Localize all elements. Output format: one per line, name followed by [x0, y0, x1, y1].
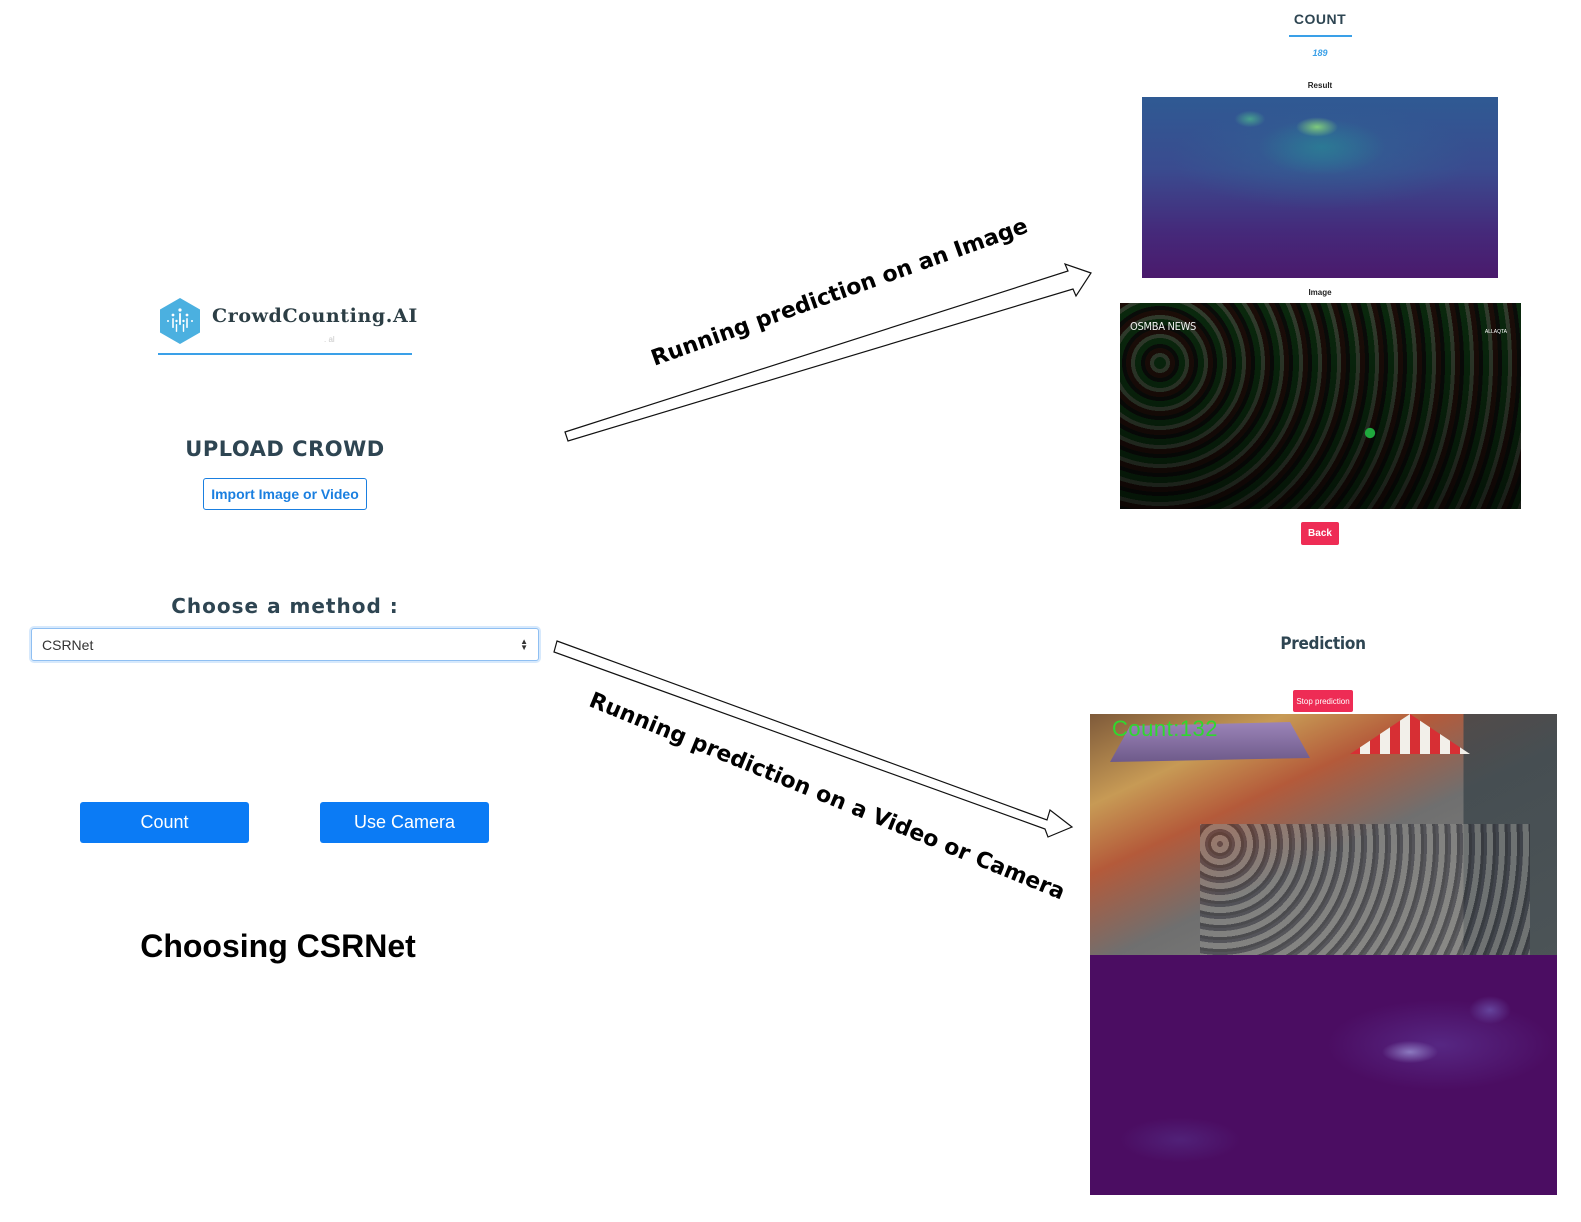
prediction-title: Prediction: [1280, 634, 1366, 654]
carousel-tent-shape: [1350, 714, 1470, 754]
image-label: Image: [1308, 288, 1332, 297]
crowd-watermark-right: ALLAQTA: [1484, 329, 1507, 335]
count-title: COUNT: [1293, 11, 1347, 27]
count-value: 189: [1312, 48, 1328, 58]
video-frame: Count:132: [1090, 714, 1557, 955]
result-label: Result: [1307, 81, 1333, 90]
crowd-watermark: OSMBA NEWS: [1130, 320, 1197, 333]
count-underline: [1289, 35, 1352, 37]
back-button[interactable]: Back: [1301, 522, 1339, 545]
arrow-to-video-icon: [553, 640, 1074, 838]
crowd-photo: OSMBA NEWS ALLAQTA: [1120, 303, 1521, 509]
stop-prediction-button[interactable]: Stop prediction: [1293, 690, 1353, 712]
density-map-image: [1142, 97, 1498, 278]
video-density-map: [1090, 955, 1557, 1195]
video-crowd-shape: [1200, 824, 1530, 955]
video-count-overlay: Count:132: [1112, 716, 1219, 741]
